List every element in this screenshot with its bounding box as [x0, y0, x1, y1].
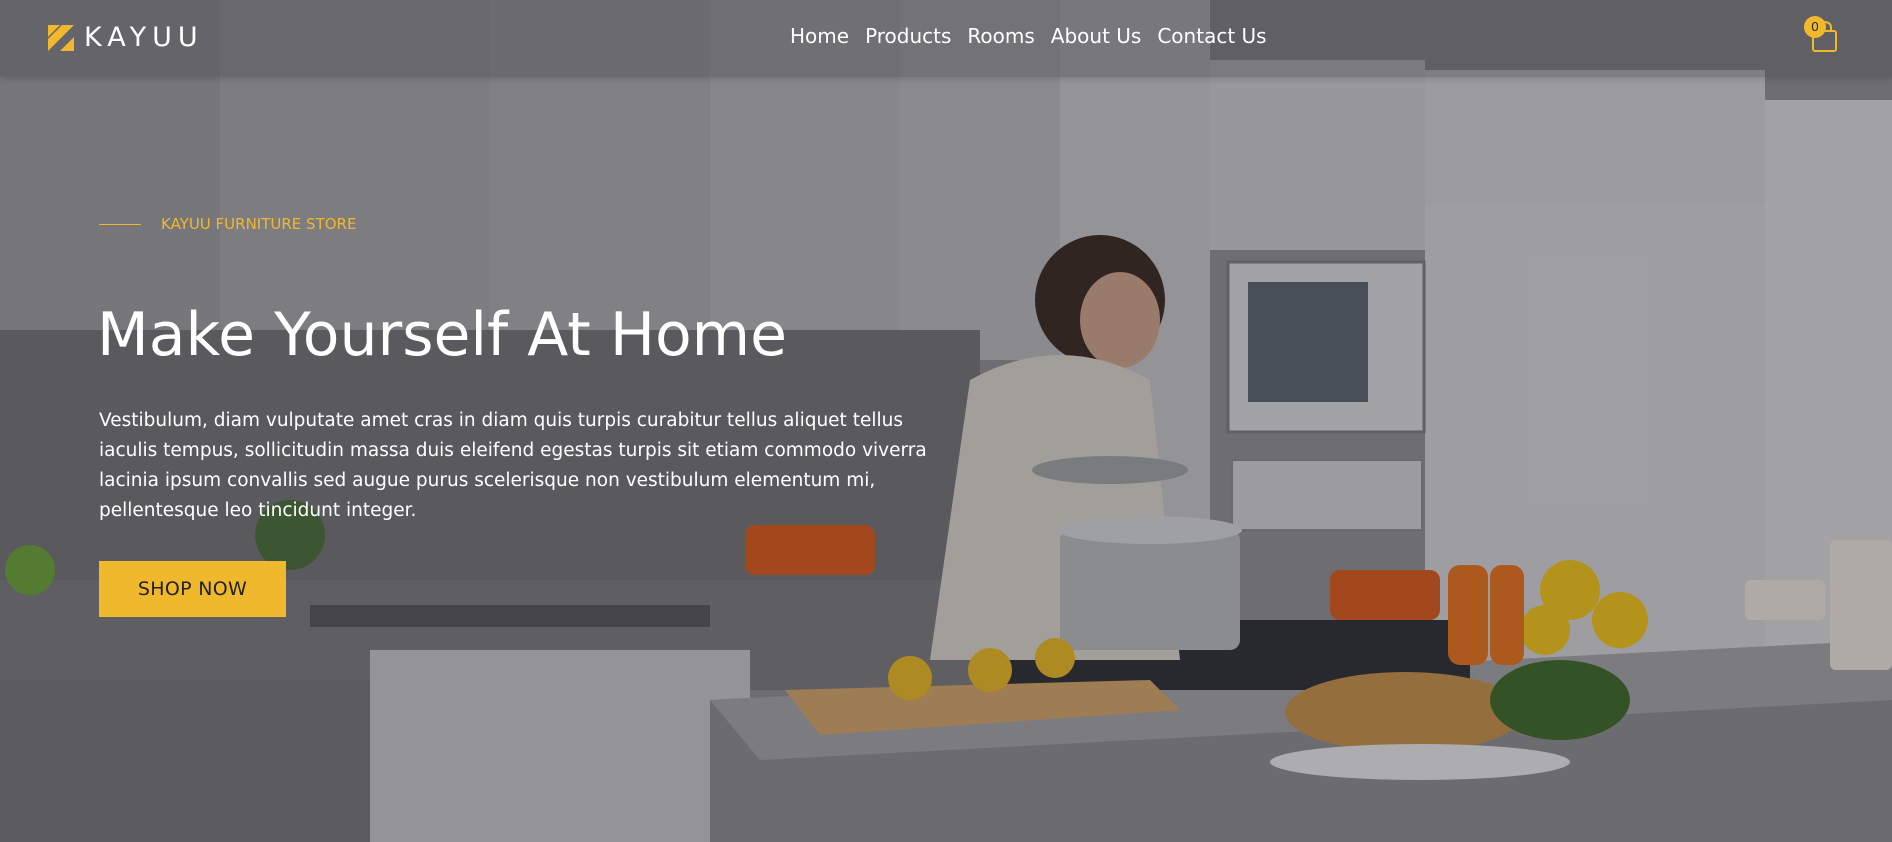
- cart-button[interactable]: 0: [1804, 16, 1844, 56]
- brand-logo[interactable]: KAYUU: [48, 22, 204, 53]
- hero-title: Make Yourself At Home: [97, 300, 788, 370]
- nav-contact-us[interactable]: Contact Us: [1157, 24, 1266, 48]
- eyebrow-text: KAYUU FURNITURE STORE: [161, 215, 357, 233]
- brand-name: KAYUU: [84, 22, 204, 53]
- kayuu-logo-icon: [48, 24, 74, 51]
- nav-about-us[interactable]: About Us: [1051, 24, 1142, 48]
- top-navbar: KAYUU Home Products Rooms About Us Conta…: [0, 0, 1892, 77]
- nav-home[interactable]: Home: [790, 24, 849, 48]
- hero-description: Vestibulum, diam vulputate amet cras in …: [99, 410, 927, 521]
- main-nav: Home Products Rooms About Us Contact Us: [790, 24, 1267, 48]
- nav-products[interactable]: Products: [865, 24, 951, 48]
- cart-count-badge: 0: [1804, 16, 1826, 38]
- eyebrow-divider: [99, 223, 141, 225]
- shop-now-button[interactable]: SHOP NOW: [99, 561, 286, 617]
- nav-rooms[interactable]: Rooms: [967, 24, 1034, 48]
- hero-eyebrow: KAYUU FURNITURE STORE: [99, 215, 356, 233]
